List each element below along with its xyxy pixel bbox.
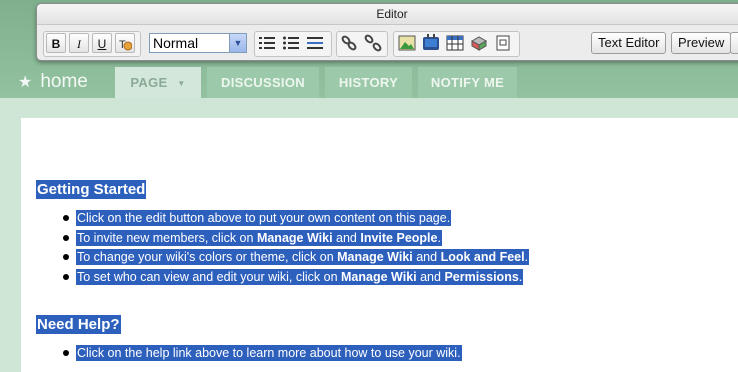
chevron-down-icon[interactable]: ▼ xyxy=(229,34,246,52)
bold-button[interactable]: B xyxy=(46,33,66,53)
heading-getting-started: Getting Started xyxy=(36,180,147,199)
remove-link-button[interactable] xyxy=(363,33,383,53)
tab-history[interactable]: HISTORY xyxy=(325,67,412,98)
home-label: home xyxy=(40,71,88,92)
bullet-list-icon xyxy=(283,36,299,50)
underline-button[interactable]: U xyxy=(92,33,112,53)
editor-window: Editor B I U T Normal ▼ Text Editor Prev… xyxy=(36,3,738,61)
bullet-list-button[interactable] xyxy=(281,33,301,53)
bullet-icon xyxy=(63,350,69,356)
text-color-icon: T xyxy=(119,39,133,51)
table-icon xyxy=(446,35,464,51)
bullet-icon xyxy=(63,254,69,260)
image-icon xyxy=(398,35,416,51)
insert-file-button[interactable] xyxy=(493,33,513,53)
tab-page-label: PAGE xyxy=(130,75,168,90)
widget-icon xyxy=(470,36,488,51)
list-item: To invite new members, click on Manage W… xyxy=(63,229,529,250)
editor-toolbar: B I U T Normal ▼ Text Editor Preview xyxy=(43,31,738,57)
insert-table-button[interactable] xyxy=(445,33,465,53)
text-editor-button[interactable]: Text Editor xyxy=(591,32,667,54)
need-help-list: Click on the help link above to learn mo… xyxy=(63,345,462,365)
page-content[interactable]: Getting Started Click on the edit button… xyxy=(21,118,738,372)
file-icon xyxy=(496,35,510,51)
list-item: Click on the edit button above to put yo… xyxy=(63,210,529,230)
text-color-button[interactable]: T xyxy=(115,33,135,53)
list-item: To set who can view and edit your wiki, … xyxy=(63,268,529,289)
more-button[interactable] xyxy=(730,32,738,54)
tab-notify-me[interactable]: NOTIFY ME xyxy=(418,67,517,98)
italic-button[interactable]: I xyxy=(69,33,89,53)
insert-image-button[interactable] xyxy=(397,33,417,53)
getting-started-list: Click on the edit button above to put yo… xyxy=(63,210,530,289)
bullet-icon xyxy=(63,215,69,221)
numbered-list-button[interactable] xyxy=(257,33,277,53)
format-select-value: Normal xyxy=(153,35,199,51)
bullet-icon xyxy=(63,273,69,280)
tab-discussion[interactable]: DISCUSSION xyxy=(207,67,319,98)
tab-page[interactable]: PAGE ▼ xyxy=(115,67,201,98)
insert-link-button[interactable] xyxy=(339,33,359,53)
unlink-icon xyxy=(364,34,382,52)
insert-video-button[interactable] xyxy=(421,33,441,53)
numbered-list-icon xyxy=(259,37,275,49)
chevron-down-icon: ▼ xyxy=(177,79,186,88)
preview-button[interactable]: Preview xyxy=(671,32,732,54)
horizontal-rule-button[interactable] xyxy=(305,33,325,53)
insert-widget-button[interactable] xyxy=(469,33,489,53)
video-icon xyxy=(423,34,439,50)
star-icon: ★ xyxy=(18,74,33,91)
list-item: To change your wiki's colors or theme, c… xyxy=(63,249,530,269)
format-select[interactable]: Normal ▼ xyxy=(149,33,247,53)
editor-title: Editor xyxy=(37,4,738,25)
home-link[interactable]: ★ home xyxy=(18,70,88,94)
heading-need-help: Need Help? xyxy=(36,315,121,334)
bullet-icon xyxy=(63,234,69,241)
link-icon xyxy=(341,35,357,51)
list-item: Click on the help link above to learn mo… xyxy=(63,345,462,365)
horizontal-rule-icon xyxy=(307,37,323,49)
